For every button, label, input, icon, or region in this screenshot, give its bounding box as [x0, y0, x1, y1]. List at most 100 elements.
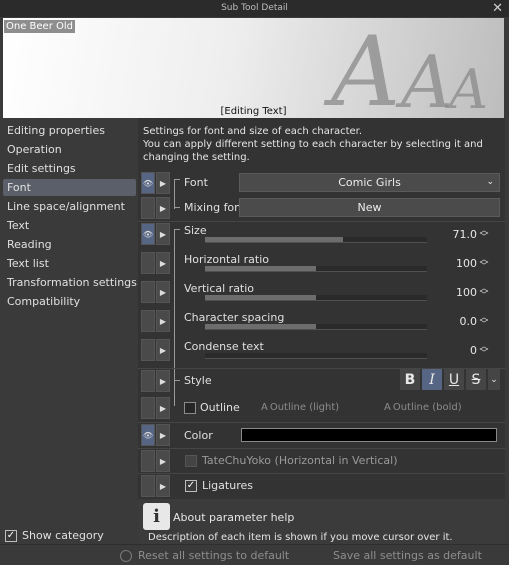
character-spacing-slider[interactable]	[205, 324, 427, 330]
sidebar-item-edit-settings[interactable]: Edit settings	[3, 160, 136, 177]
close-icon[interactable]: ✕	[492, 0, 503, 17]
mixing-font-label: Mixing font	[184, 201, 246, 214]
row-style: ▶ Style B I U S ⌄	[138, 368, 505, 406]
slider-fill	[205, 237, 343, 242]
eye-icon[interactable]	[141, 339, 155, 361]
slider-fill	[205, 295, 316, 300]
description-line: Settings for font and size of each chara…	[143, 126, 363, 137]
eye-icon[interactable]: 👁	[141, 223, 155, 245]
expand-arrow-icon[interactable]: ▶	[156, 475, 170, 497]
horizontal-ratio-label: Horizontal ratio	[184, 253, 270, 266]
category-sidebar: Editing properties Operation Edit settin…	[0, 120, 138, 544]
row-size: 👁 ▶ Size 71.0 ︿ ﹀	[138, 223, 505, 405]
divider	[138, 221, 505, 222]
window-title: Sub Tool Detail	[221, 3, 288, 13]
vertical-ratio-slider[interactable]	[205, 295, 427, 301]
text-preview: One Beer Old A A A [Editing Text]	[3, 18, 504, 118]
mixing-font-new-button[interactable]: New	[239, 198, 500, 217]
preview-font-name: One Beer Old	[4, 20, 75, 33]
show-category-checkbox[interactable]: ✓	[5, 529, 17, 542]
sidebar-item-text[interactable]: Text	[3, 217, 136, 234]
group-bracket	[174, 196, 180, 208]
font-label: Font	[184, 176, 208, 189]
character-spacing-label: Character spacing	[184, 311, 285, 324]
eye-icon[interactable]	[141, 197, 155, 219]
eye-icon[interactable]	[141, 397, 155, 419]
sidebar-item-reading[interactable]: Reading	[3, 236, 136, 253]
size-label: Size	[184, 224, 207, 237]
outline-light-label: Outline (light)	[269, 402, 340, 413]
ligatures-checkbox[interactable]: ✓	[185, 479, 197, 492]
sidebar-item-operation[interactable]: Operation	[3, 141, 136, 158]
outline-label: Outline	[200, 401, 240, 414]
expand-arrow-icon[interactable]: ▶	[156, 197, 170, 219]
outline-toggle[interactable]: Outline	[184, 401, 240, 414]
strikethrough-button[interactable]: S	[466, 369, 486, 390]
style-buttons: B I U S ⌄	[400, 369, 500, 390]
save-all-settings-button[interactable]: Save all settings as default	[333, 547, 482, 565]
outline-checkbox[interactable]	[184, 401, 196, 414]
expand-arrow-icon[interactable]: ▶	[156, 450, 170, 472]
color-swatch[interactable]	[241, 428, 497, 442]
sidebar-item-text-list[interactable]: Text list	[3, 255, 136, 272]
size-value[interactable]: 71.0	[453, 228, 478, 241]
italic-button[interactable]: I	[422, 369, 442, 390]
outline-light-option[interactable]: A Outline (light)	[261, 402, 339, 413]
condense-text-value[interactable]: 0	[470, 344, 477, 357]
reset-icon	[120, 550, 132, 562]
chevron-down-icon[interactable]: ⌄	[488, 369, 500, 390]
spin-arrows-icon[interactable]: ︿ ﹀	[479, 285, 489, 301]
font-dropdown[interactable]: Comic Girls ⌄	[239, 173, 500, 192]
preview-caption: [Editing Text]	[220, 106, 287, 117]
sidebar-item-font[interactable]: Font	[3, 179, 136, 196]
horizontal-ratio-slider[interactable]	[205, 266, 427, 272]
eye-icon[interactable]	[141, 450, 155, 472]
show-category-toggle[interactable]: ✓ Show category	[5, 529, 104, 542]
eye-icon[interactable]: 👁	[141, 424, 155, 446]
size-slider[interactable]	[205, 237, 427, 243]
help-title: About parameter help	[173, 511, 295, 524]
bold-button[interactable]: B	[400, 369, 420, 390]
spin-arrows-icon[interactable]: ︿ ﹀	[479, 343, 489, 359]
expand-arrow-icon[interactable]: ▶	[156, 424, 170, 446]
row-ligatures: ▶ ✓ Ligatures	[138, 473, 505, 498]
sidebar-item-transformation[interactable]: Transformation settings	[3, 274, 137, 291]
description-line: changing the setting.	[143, 152, 250, 163]
font-value: Comic Girls	[338, 176, 401, 189]
eye-icon[interactable]	[141, 475, 155, 497]
expand-arrow-icon[interactable]: ▶	[156, 281, 170, 303]
expand-arrow-icon[interactable]: ▶	[156, 339, 170, 361]
eye-icon[interactable]	[141, 252, 155, 274]
show-category-label: Show category	[22, 529, 104, 542]
sidebar-item-line-space[interactable]: Line space/alignment	[3, 198, 136, 215]
outline-bold-option[interactable]: A Outline (bold)	[384, 402, 462, 413]
expand-arrow-icon[interactable]: ▶	[156, 252, 170, 274]
horizontal-ratio-value[interactable]: 100	[456, 257, 477, 270]
spin-arrows-icon[interactable]: ︿ ﹀	[479, 314, 489, 330]
ligatures-toggle[interactable]: ✓ Ligatures	[185, 479, 253, 492]
sidebar-item-compatibility[interactable]: Compatibility	[3, 293, 136, 310]
expand-arrow-icon[interactable]: ▶	[156, 397, 170, 419]
sidebar-item-editing-properties[interactable]: Editing properties	[3, 122, 136, 139]
expand-arrow-icon[interactable]: ▶	[156, 172, 170, 194]
row-condense-text: ▶ Condense text 0 ︿ ﹀	[138, 339, 505, 367]
expand-arrow-icon[interactable]: ▶	[156, 370, 170, 392]
settings-panel: Settings for font and size of each chara…	[138, 118, 505, 544]
tatechuyoko-checkbox[interactable]	[185, 454, 197, 467]
preview-deco-letter: A	[331, 18, 401, 118]
vertical-ratio-value[interactable]: 100	[456, 286, 477, 299]
eye-icon[interactable]	[141, 281, 155, 303]
eye-icon[interactable]	[141, 310, 155, 332]
expand-arrow-icon[interactable]: ▶	[156, 310, 170, 332]
reset-all-settings-button[interactable]: Reset all settings to default	[120, 547, 289, 565]
spin-arrows-icon[interactable]: ︿ ﹀	[479, 256, 489, 272]
eye-icon[interactable]: 👁	[141, 172, 155, 194]
expand-arrow-icon[interactable]: ▶	[156, 223, 170, 245]
tatechuyoko-toggle[interactable]: TateChuYoko (Horizontal in Vertical)	[185, 454, 397, 467]
spin-arrows-icon[interactable]: ︿ ﹀	[479, 227, 489, 243]
eye-icon[interactable]	[141, 370, 155, 392]
underline-button[interactable]: U	[444, 369, 464, 390]
row-font: 👁 ▶ Font Comic Girls ⌄	[138, 171, 505, 209]
condense-text-slider[interactable]	[205, 353, 427, 359]
character-spacing-value[interactable]: 0.0	[460, 315, 478, 328]
